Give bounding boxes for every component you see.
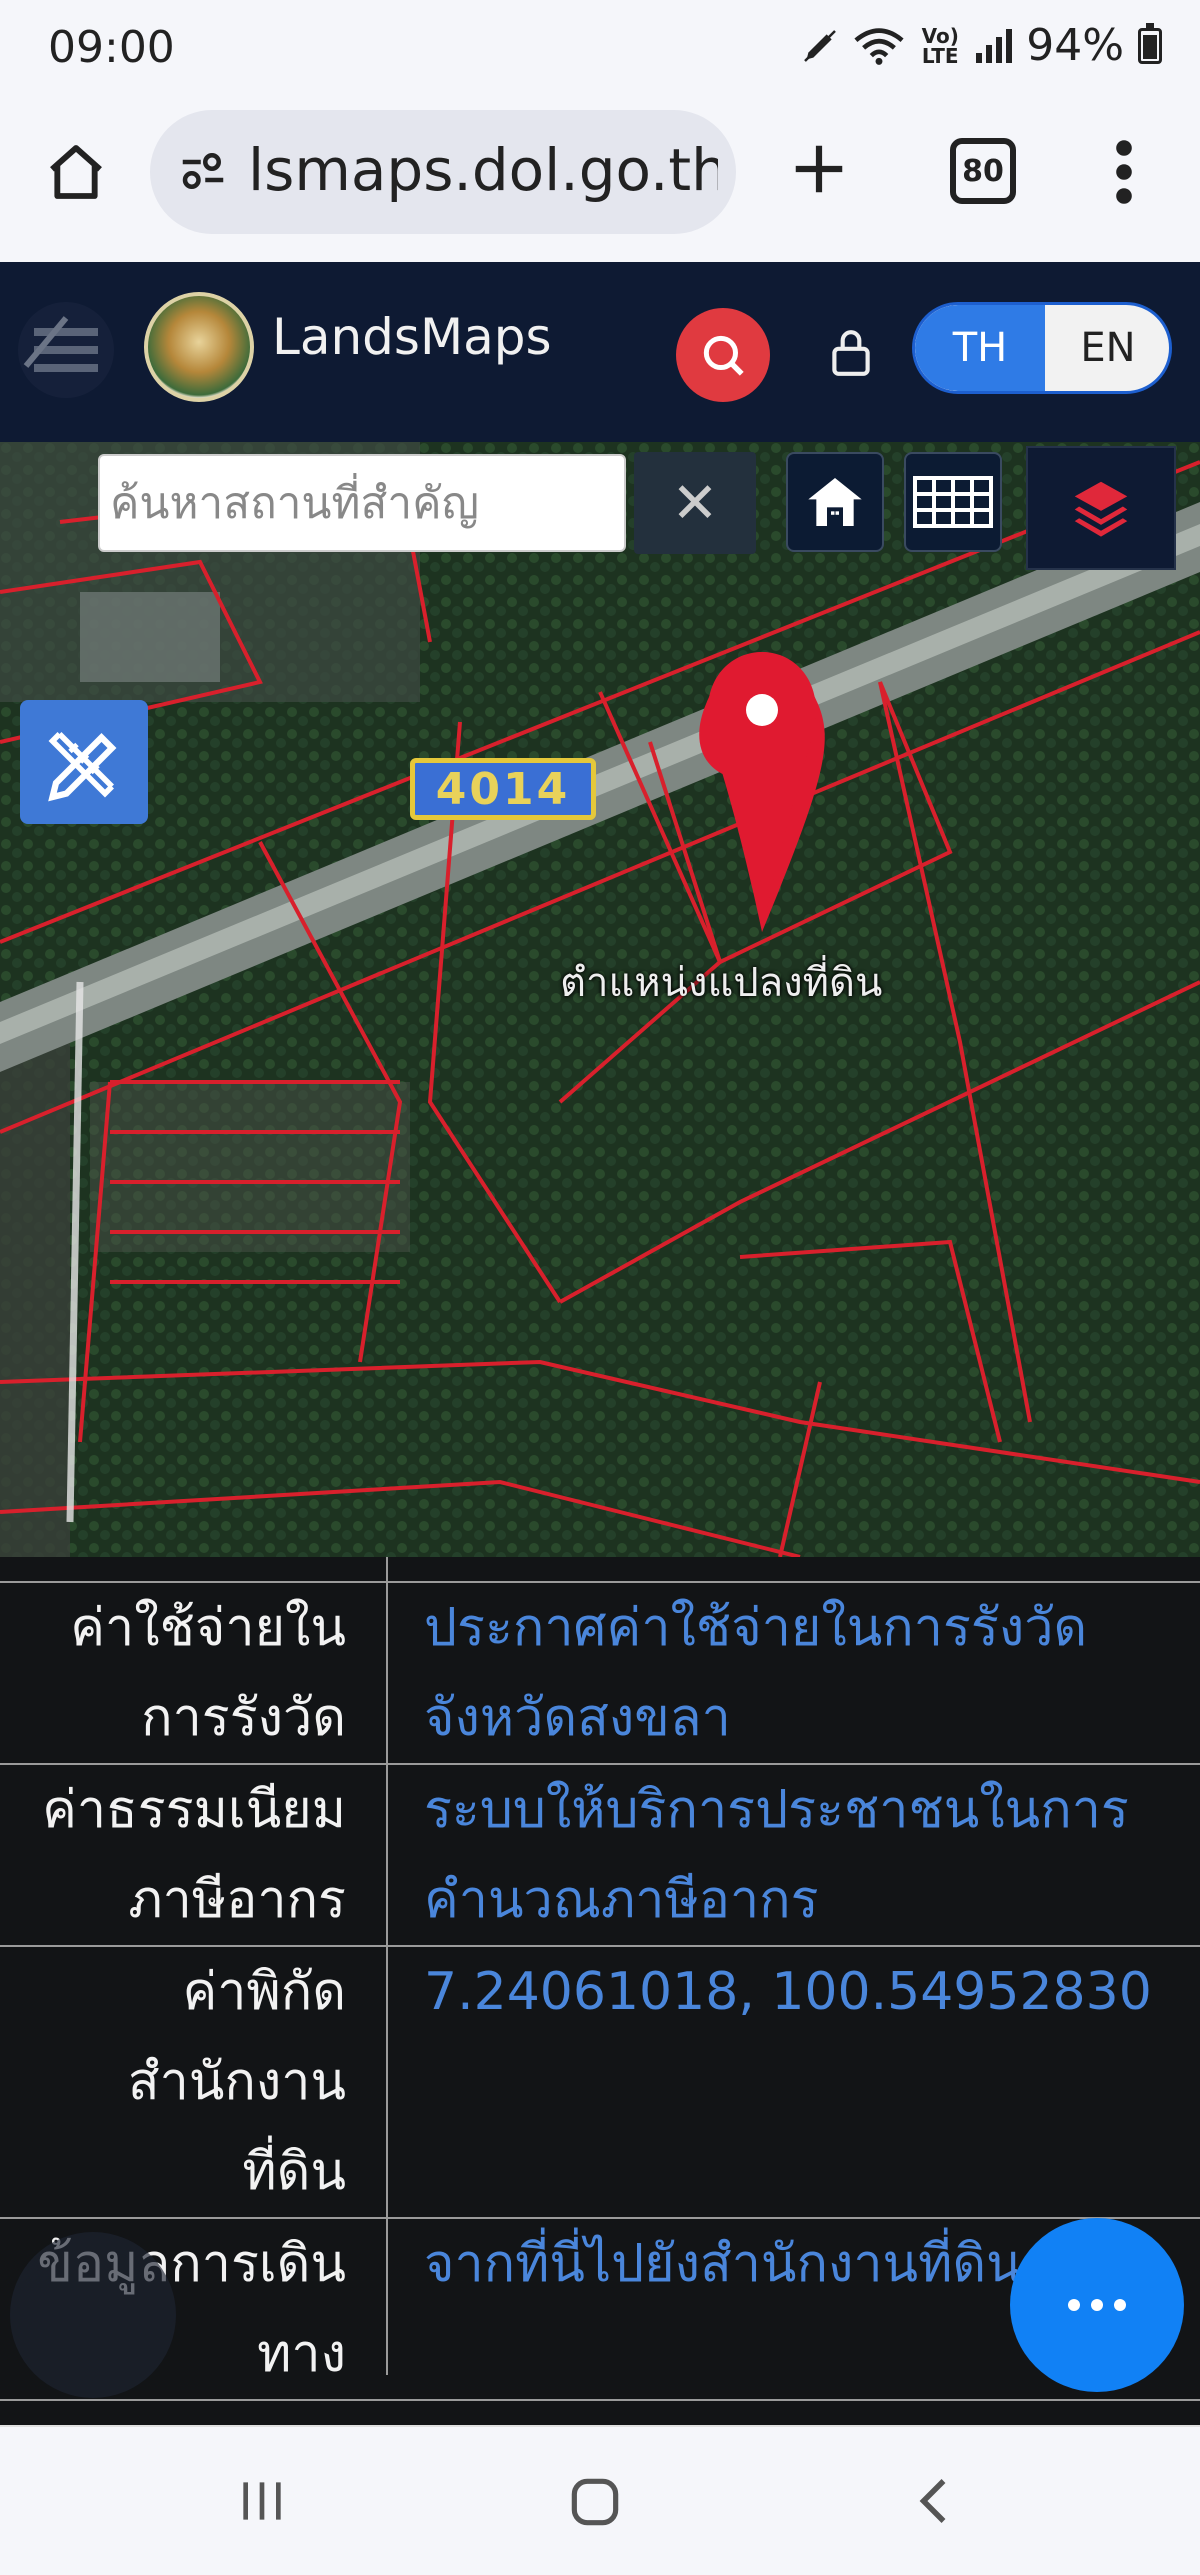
tax-calculator-link[interactable]: ระบบให้บริการประชาชนในการ (424, 1765, 1184, 1855)
pencil-ruler-icon (48, 732, 117, 802)
row-label: ค่าธรรมเนียม (42, 1780, 346, 1840)
office-coordinates-link[interactable]: 7.24061018, 100.54952830 (424, 1947, 1184, 2037)
grid-icon (913, 476, 993, 528)
row-label: การรังวัด (141, 1688, 346, 1748)
status-bar: 09:00 Vo) LTE 94% (0, 0, 1200, 100)
tab-switcher-button[interactable]: 80 (950, 138, 1016, 204)
row-label: ค่าพิกัด (182, 1962, 346, 2022)
brand-name: LandsMaps (272, 308, 552, 366)
row-label: ค่าใช้จ่ายใน (70, 1598, 346, 1658)
recent-apps-icon[interactable] (234, 2473, 290, 2529)
home-nav-icon[interactable] (564, 2471, 626, 2533)
status-icons: Vo) LTE 94% (800, 20, 1162, 71)
hamburger-menu-icon[interactable] (14, 298, 118, 402)
network-type: Vo) LTE (921, 23, 959, 68)
status-time: 09:00 (48, 22, 175, 73)
edit-pen-icon (804, 29, 837, 62)
wifi-icon (854, 27, 904, 65)
tax-calculator-link[interactable]: คำนวณภาษีอากร (424, 1855, 1184, 1945)
site-settings-icon[interactable] (176, 144, 230, 198)
ellipsis-icon (1068, 2299, 1126, 2311)
browser-toolbar: lsmaps.dol.go.th 80 (0, 100, 1200, 264)
layers-icon (1074, 481, 1128, 537)
back-icon[interactable] (906, 2471, 966, 2531)
lang-en-button[interactable]: EN (1045, 305, 1169, 391)
measure-tools-button[interactable] (20, 700, 148, 824)
app-header: LandsMaps TH EN (0, 262, 1200, 442)
lang-th-button[interactable]: TH (915, 305, 1045, 391)
more-menu-icon[interactable] (1098, 136, 1150, 208)
row-label: ที่ดิน (242, 2142, 346, 2202)
house-icon (808, 478, 862, 526)
table-row: ค่าใช้จ่ายใน การรังวัด ประกาศค่าใช้จ่ายใ… (0, 1583, 1200, 1765)
clear-search-button[interactable]: ✕ (634, 452, 756, 554)
grid-view-button[interactable] (904, 452, 1002, 552)
road-number-label: 4014 (410, 758, 596, 820)
signal-icon (976, 28, 1013, 63)
language-toggle[interactable]: TH EN (912, 302, 1172, 394)
survey-cost-link[interactable]: ประกาศค่าใช้จ่ายในการรังวัด (424, 1583, 1184, 1673)
table-row-partial (0, 1557, 1200, 1583)
search-button[interactable] (676, 308, 770, 402)
new-tab-icon[interactable] (788, 138, 850, 200)
row-label: ภาษีอากร (128, 1870, 346, 1930)
lock-icon[interactable] (826, 326, 876, 380)
tab-count: 80 (962, 153, 1004, 189)
url-text[interactable]: lsmaps.dol.go.th (248, 136, 718, 204)
home-icon[interactable] (44, 140, 108, 204)
map-home-button[interactable] (786, 452, 884, 552)
more-actions-button[interactable] (1010, 2218, 1184, 2392)
table-row: ค่าพิกัด สำนักงาน ที่ดิน 7.24061018, 100… (0, 1947, 1200, 2219)
battery-percent: 94% (1026, 20, 1124, 71)
map-view[interactable]: ✕ 4014 ตำแหน่งแปลงที่ดิน (0, 442, 1200, 1557)
map-search-field[interactable] (98, 454, 626, 552)
row-label: สำนักงาน (127, 2052, 346, 2112)
system-nav-bar (0, 2425, 1200, 2575)
battery-icon (1138, 22, 1162, 64)
map-search-input[interactable] (100, 456, 624, 550)
search-icon (703, 335, 744, 376)
survey-cost-link[interactable]: จังหวัดสงขลา (424, 1673, 1184, 1763)
parcel-pin-label: ตำแหน่งแปลงที่ดิน (560, 960, 883, 1006)
table-row: ค่าธรรมเนียม ภาษีอากร ระบบให้บริการประชา… (0, 1765, 1200, 1947)
scroll-top-button[interactable] (10, 2232, 176, 2398)
dol-logo (144, 292, 254, 402)
layers-button[interactable] (1026, 446, 1176, 570)
address-bar[interactable]: lsmaps.dol.go.th (150, 110, 736, 234)
